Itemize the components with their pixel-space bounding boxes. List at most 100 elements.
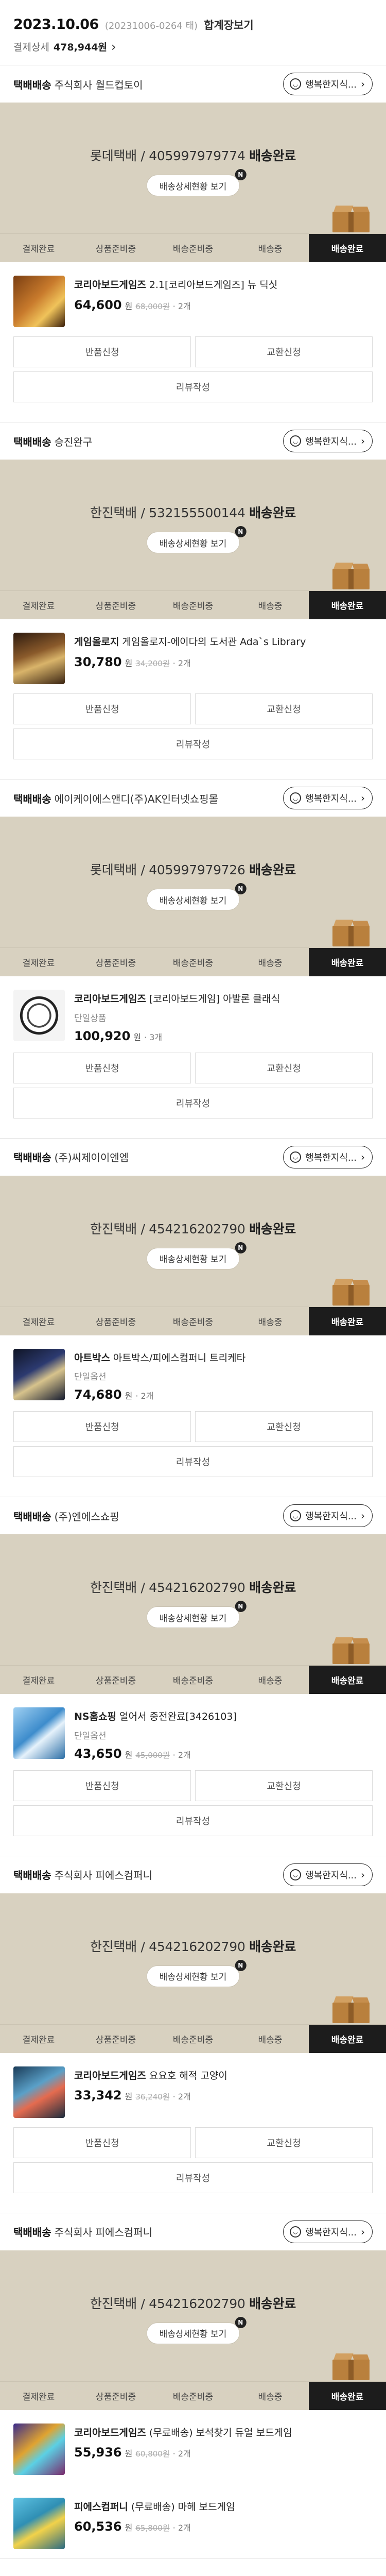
write-review-button[interactable]: 리뷰작성: [13, 1087, 373, 1118]
seller-store-button[interactable]: ◡ 행복한지식... ›: [283, 1504, 373, 1527]
exchange-request-button[interactable]: 교환신청: [195, 693, 373, 724]
product-name[interactable]: 코리아보드게임즈 요요호 해적 고양이: [74, 2069, 373, 2083]
product-name[interactable]: 아트박스 아트박스/피에스컴퍼니 트리케타: [74, 1351, 373, 1366]
product-item[interactable]: 피에스컴퍼니 (무료배송) 마헤 보드게임 60,536 원 65,800원 · …: [0, 2484, 386, 2558]
product-item[interactable]: NS홈쇼핑 얼어서 중전완료[3426103] 단일옵션 43,650 원 45,…: [0, 1694, 386, 1770]
tracking-summary: 한진택배 / 532155500144 배송완료: [0, 503, 386, 521]
seller-store-button[interactable]: ◡ 행복한지식... ›: [283, 430, 373, 452]
progress-step: 배송준비중: [172, 244, 214, 255]
product-quantity: · 2개: [135, 1391, 154, 1401]
seller-store-button[interactable]: ◡ 행복한지식... ›: [283, 787, 373, 809]
product-thumbnail[interactable]: [13, 990, 65, 1041]
delivery-detail-button[interactable]: 배송상세현황 보기 N: [146, 1242, 247, 1269]
product-name[interactable]: 코리아보드게임즈 [코리아보드게임] 아발론 클래식: [74, 992, 373, 1007]
seller-store-label: 행복한지식...: [305, 793, 357, 804]
shipment-group: 택배배송 주식회사 피에스컴퍼니 ◡ 행복한지식... › 한진택배 / 4542…: [0, 1856, 386, 2213]
product-name[interactable]: 코리아보드게임즈 (무료배송) 보석찾기 듀얼 보드게임: [74, 2426, 373, 2441]
product-thumbnail[interactable]: [13, 2423, 65, 2475]
product-item[interactable]: 코리아보드게임즈 (무료배송) 보석찾기 듀얼 보드게임 55,936 원 60,…: [0, 2410, 386, 2484]
delivery-detail-button[interactable]: 배송상세현황 보기 N: [146, 883, 247, 910]
order-actions: 반품신청 교환신청 리뷰작성: [0, 2127, 386, 2213]
exchange-request-button[interactable]: 교환신청: [195, 1411, 373, 1442]
product-name[interactable]: 코리아보드게임즈 2.1[코리아보드게임즈] 뉴 딕싯: [74, 278, 373, 293]
delivery-detail-button[interactable]: 배송상세현황 보기 N: [146, 1959, 247, 1987]
progress-step: 배송완료: [309, 2381, 386, 2410]
seller-label: 주식회사 피에스컴퍼니: [54, 1869, 152, 1882]
delivery-detail-button[interactable]: 배송상세현황 보기 N: [146, 2316, 247, 2344]
write-review-button[interactable]: 리뷰작성: [13, 1446, 373, 1477]
shipment-group: 택배배송 에이케이에스앤디(주)AK인터넷쇼핑몰 ◡ 행복한지식... › 롯데택…: [0, 779, 386, 1139]
product-thumbnail[interactable]: [13, 633, 65, 684]
product-thumbnail[interactable]: [13, 2066, 65, 2118]
delivery-detail-label: 배송상세현황 보기: [159, 1972, 227, 1982]
original-price: 60,800원: [135, 2449, 170, 2459]
exchange-request-button[interactable]: 교환신청: [195, 2127, 373, 2158]
product-name[interactable]: 게임올로지 게임올로지-에이다의 도서관 Ada`s Library: [74, 635, 373, 650]
return-request-button[interactable]: 반품신청: [13, 2127, 191, 2158]
return-request-button[interactable]: 반품신청: [13, 1411, 191, 1442]
product-title: 게임올로지-에이다의 도서관 Ada`s Library: [122, 636, 306, 648]
delivery-detail-button[interactable]: 배송상세현황 보기 N: [146, 169, 247, 196]
product-thumbnail[interactable]: [13, 2497, 65, 2549]
delivery-tracking-panel: 롯데택배 / 405997979774 배송완료 배송상세현황 보기 N 결제완…: [0, 103, 386, 262]
seller-store-button[interactable]: ◡ 행복한지식... ›: [283, 2220, 373, 2243]
seller-store-button[interactable]: ◡ 행복한지식... ›: [283, 1863, 373, 1886]
progress-step: 배송중: [258, 1317, 283, 1328]
product-thumbnail[interactable]: [13, 1348, 65, 1400]
write-review-button[interactable]: 리뷰작성: [13, 2162, 373, 2193]
delivery-detail-button[interactable]: 배송상세현황 보기 N: [146, 526, 247, 553]
delivery-status: 배송완료: [249, 148, 296, 163]
chevron-right-icon: ›: [361, 1868, 365, 1881]
product-brand: 피에스컴퍼니: [74, 2501, 128, 2513]
merged-view-link[interactable]: 합계장보기: [204, 17, 254, 32]
product-item[interactable]: 아트박스 아트박스/피에스컴퍼니 트리케타 단일옵션 74,680 원 · 2개: [0, 1335, 386, 1412]
progress-step: 배송중: [258, 601, 283, 612]
carrier-tracking-number: 한진택배 / 454216202790: [90, 1221, 245, 1236]
progress-step: 상품준비중: [95, 601, 136, 612]
product-item[interactable]: 코리아보드게임즈 2.1[코리아보드게임즈] 뉴 딕싯 64,600 원 68,0…: [0, 262, 386, 336]
new-badge: N: [235, 169, 247, 180]
product-option: 단일옵션: [74, 1731, 107, 1741]
product-item[interactable]: 게임올로지 게임올로지-에이다의 도서관 Ada`s Library 30,780…: [0, 619, 386, 693]
product-brand: NS홈쇼핑: [74, 1711, 117, 1722]
product-title: 얼어서 중전완료[3426103]: [119, 1711, 237, 1722]
progress-step: 배송중: [258, 2392, 283, 2402]
exchange-request-button[interactable]: 교환신청: [195, 1770, 373, 1801]
product-thumbnail[interactable]: [13, 1707, 65, 1759]
progress-step: 상품준비중: [95, 2035, 136, 2045]
chevron-right-icon: ›: [361, 1150, 365, 1163]
product-price: 60,536: [74, 2519, 122, 2534]
exchange-request-button[interactable]: 교환신청: [195, 336, 373, 367]
seller-row: 택배배송 승진완구 ◡ 행복한지식... ›: [0, 422, 386, 460]
original-price: 65,800원: [135, 2523, 170, 2533]
product-thumbnail[interactable]: [13, 276, 65, 327]
delivery-tracking-panel: 한진택배 / 454216202790 배송완료 배송상세현황 보기 N 결제완…: [0, 2250, 386, 2410]
shipment-group: 택배배송 (주)씨제이이엔엠 ◡ 행복한지식... › 한진택배 / 454216…: [0, 1139, 386, 1497]
product-name[interactable]: 피에스컴퍼니 (무료배송) 마헤 보드게임: [74, 2500, 373, 2515]
product-quantity: · 3개: [144, 1032, 163, 1042]
seller-store-button[interactable]: ◡ 행복한지식... ›: [283, 73, 373, 95]
product-brand: 코리아보드게임즈: [74, 2427, 146, 2438]
payment-detail-link[interactable]: 결제상세 478,944원 ›: [13, 40, 373, 54]
return-request-button[interactable]: 반품신청: [13, 693, 191, 724]
write-review-button[interactable]: 리뷰작성: [13, 371, 373, 402]
delivery-detail-button[interactable]: 배송상세현황 보기 N: [146, 1601, 247, 1628]
progress-step: 배송중: [258, 958, 283, 969]
return-request-button[interactable]: 반품신청: [13, 336, 191, 367]
product-name[interactable]: NS홈쇼핑 얼어서 중전완료[3426103]: [74, 1709, 373, 1724]
tracking-summary: 롯데택배 / 405997979726 배송완료: [0, 860, 386, 878]
product-title: (무료배송) 마헤 보드게임: [131, 2501, 235, 2513]
progress-step: 상품준비중: [95, 1676, 136, 1686]
exchange-request-button[interactable]: 교환신청: [195, 1052, 373, 1083]
return-request-button[interactable]: 반품신청: [13, 1052, 191, 1083]
seller-label: (주)엔에스쇼핑: [54, 1510, 119, 1523]
parcel-box-icon: [332, 2353, 370, 2380]
product-item[interactable]: 코리아보드게임즈 요요호 해적 고양이 33,342 원 36,240원 · 2개: [0, 2053, 386, 2127]
progress-step: 상품준비중: [95, 1317, 136, 1328]
price-row: 43,650 원 45,000원 · 2개: [74, 1747, 373, 1761]
return-request-button[interactable]: 반품신청: [13, 1770, 191, 1801]
seller-store-button[interactable]: ◡ 행복한지식... ›: [283, 1145, 373, 1168]
write-review-button[interactable]: 리뷰작성: [13, 728, 373, 759]
product-item[interactable]: 코리아보드게임즈 [코리아보드게임] 아발론 클래식 단일상품 100,920 원…: [0, 976, 386, 1053]
write-review-button[interactable]: 리뷰작성: [13, 1805, 373, 1836]
